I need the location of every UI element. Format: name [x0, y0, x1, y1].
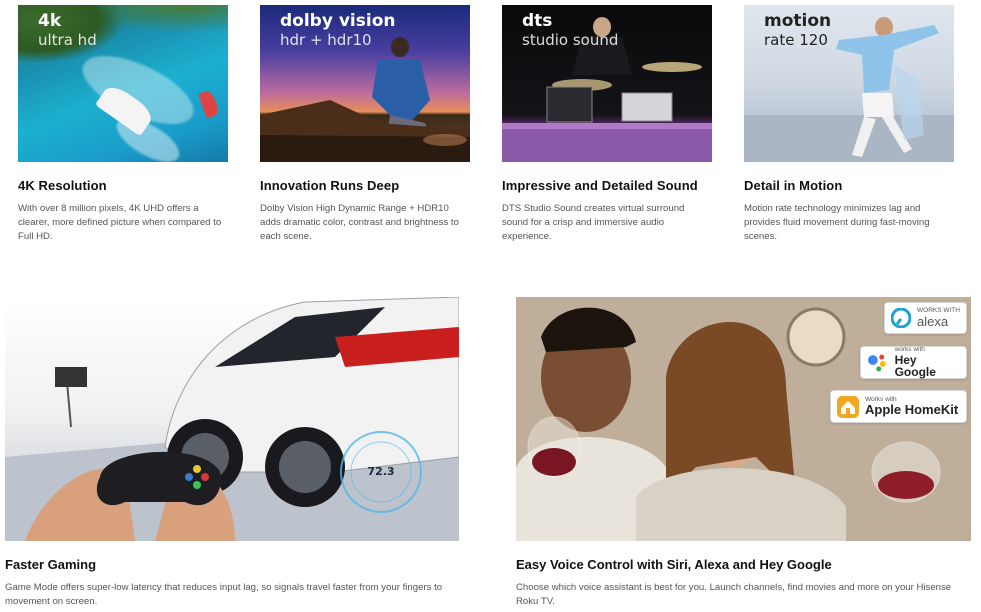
sunset-rocks-image: dolby vision hdr + hdr10	[260, 5, 470, 162]
badge-big-text: alexa	[917, 313, 949, 329]
feature-description: Dolby Vision High Dynamic Range + HDR10 …	[260, 203, 459, 242]
feature-card-gaming: 72.3 Faster Gaming Game Mode offers supe…	[5, 297, 459, 609]
feature-title: Detail in Motion	[744, 178, 843, 193]
feature-title: Faster Gaming	[5, 557, 97, 572]
feature-card-dts: dts studio sound Impressive and Detailed…	[502, 5, 712, 244]
couple-wine-image: WORKS WITH alexa works with Hey Google W…	[516, 297, 971, 541]
dts-overlay-text: dts studio sound	[522, 13, 618, 48]
works-with-hey-google-badge: works with Hey Google	[860, 346, 967, 379]
feature-description: Game Mode offers super-low latency that …	[5, 582, 443, 607]
feature-title: Innovation Runs Deep	[260, 178, 400, 193]
overlay-big: motion	[764, 11, 832, 31]
feature-card-4k: 4k ultra hd 4K Resolution With over 8 mi…	[18, 5, 228, 244]
dolby-overlay-text: dolby vision hdr + hdr10	[280, 13, 395, 48]
drummer-image: dts studio sound	[502, 5, 712, 162]
feature-description: With over 8 million pixels, 4K UHD offer…	[18, 203, 222, 242]
alexa-icon	[891, 308, 911, 328]
overlay-big: dts	[522, 11, 553, 31]
overlay-small: rate 120	[764, 31, 828, 49]
overlay-small: studio sound	[522, 31, 619, 49]
soccer-player-image: motion rate 120	[744, 5, 954, 162]
works-with-alexa-badge: WORKS WITH alexa	[884, 302, 967, 334]
overlay-big: 4k	[38, 11, 62, 31]
sportscar-illustration: 72.3	[5, 297, 459, 541]
feature-title: Easy Voice Control with Siri, Alexa and …	[516, 557, 832, 572]
feature-card-voice-control: WORKS WITH alexa works with Hey Google W…	[516, 297, 971, 609]
feature-description: Motion rate technology minimizes lag and…	[744, 203, 930, 242]
4k-overlay-text: 4k ultra hd	[38, 13, 97, 48]
feature-description: DTS Studio Sound creates virtual surroun…	[502, 203, 685, 242]
overlay-small: ultra hd	[38, 31, 97, 49]
ocean-boat-image: 4k ultra hd	[18, 5, 228, 162]
badge-big-text: Hey Google	[894, 352, 936, 379]
feature-description: Choose which voice assistant is best for…	[516, 582, 952, 607]
feature-card-dolby-vision: dolby vision hdr + hdr10 Innovation Runs…	[260, 5, 470, 244]
google-assistant-icon	[867, 354, 886, 371]
small-boat-shape	[197, 89, 221, 119]
feature-card-motion-rate: motion rate 120 Detail in Motion Motion …	[744, 5, 954, 244]
overlay-big: dolby vision	[280, 11, 396, 31]
badge-big-text: Apple HomeKit	[865, 402, 959, 418]
speed-readout: 72.3	[367, 465, 394, 478]
feature-title: 4K Resolution	[18, 178, 107, 193]
motion-overlay-text: motion rate 120	[764, 13, 831, 48]
homekit-icon	[837, 395, 859, 418]
sportscar-gaming-image: 72.3	[5, 297, 459, 541]
feature-title: Impressive and Detailed Sound	[502, 178, 698, 193]
works-with-apple-homekit-badge: Works with Apple HomeKit	[830, 390, 967, 423]
overlay-small: hdr + hdr10	[280, 31, 372, 49]
